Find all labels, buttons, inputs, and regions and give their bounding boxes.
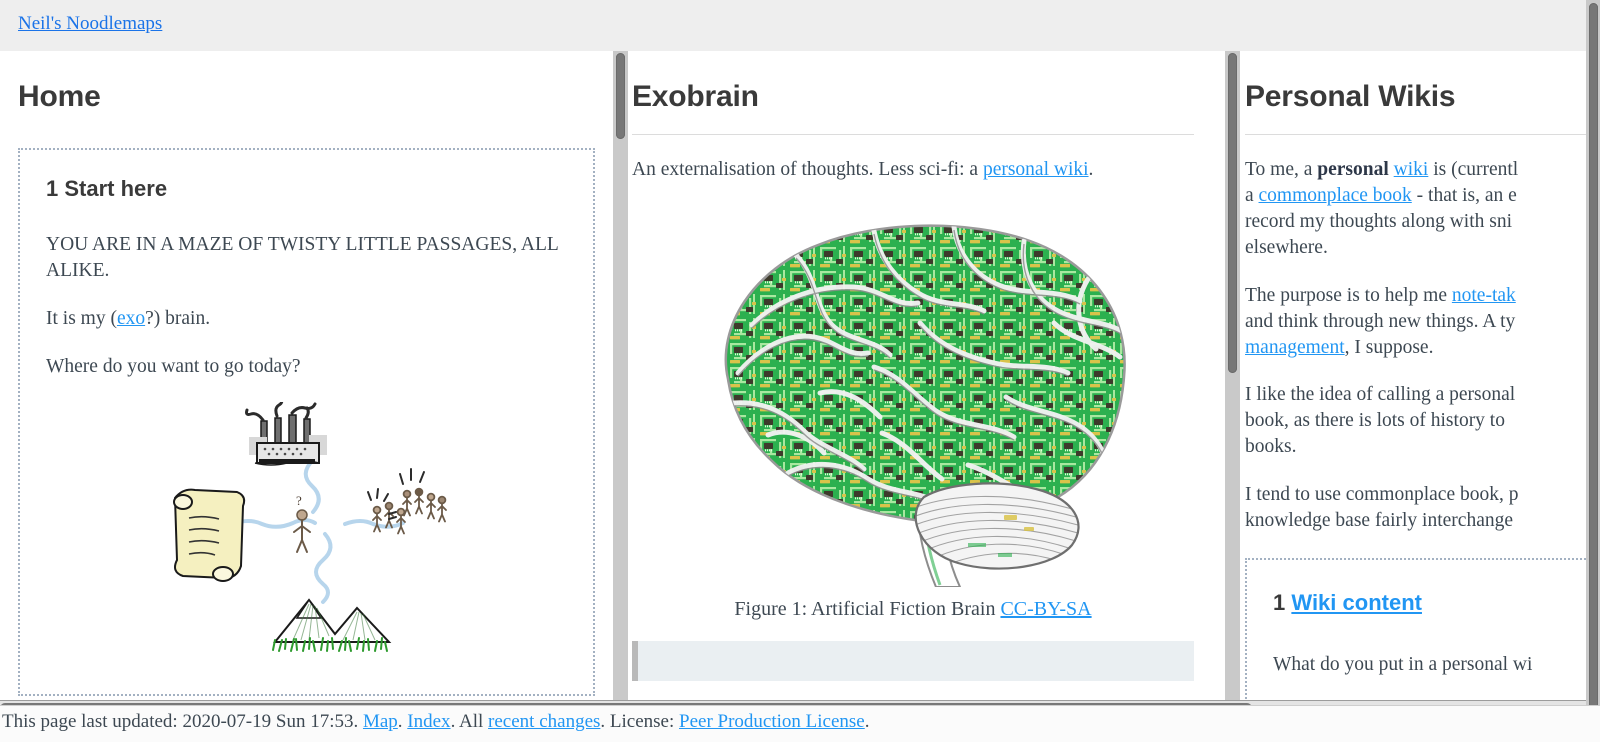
figure-caption: Figure 1: Artificial Fiction Brain CC-BY… [632, 598, 1194, 621]
pw-p1-l1a: To me, a [1245, 159, 1318, 180]
pw-p1-l2a: a [1245, 184, 1259, 206]
column-home: Home 1 Start here YOU ARE IN A MAZE OF T… [0, 51, 613, 700]
pw-p1-l3: record my thoughts along with sni [1245, 210, 1513, 232]
scrollbar-thumb[interactable] [616, 53, 625, 139]
figure-caption-text: Figure 1: Artificial Fiction Brain [734, 597, 1001, 620]
crowd-icon [366, 467, 447, 535]
footer-sep-1: . [397, 711, 408, 732]
pw-p3-l1: I like the idea of calling a personal [1245, 384, 1516, 406]
figure-brain: Figure 1: Artificial Fiction Brain CC-BY… [632, 197, 1194, 621]
mountains-icon [271, 598, 391, 652]
pw-bold-personal: personal [1317, 159, 1389, 180]
commonplace-book-link[interactable]: commonplace book [1259, 185, 1412, 206]
cc-by-sa-link[interactable]: CC-BY-SA [1000, 598, 1091, 620]
hand-drawn-signpost-sketch: ? [172, 401, 447, 652]
intro-text-before: An externalisation of thoughts. Less sci… [632, 159, 983, 180]
footer-sep-2: . All [450, 711, 489, 732]
page-title-personal-wikis: Personal Wikis [1245, 80, 1456, 113]
paragraph-maze: YOU ARE IN A MAZE OF TWISTY LITTLE PASSA… [46, 234, 559, 281]
pw-p3-l2: book, as there is lots of history to [1245, 410, 1505, 432]
paragraph-externalisation: An externalisation of thoughts. Less sci… [632, 157, 1194, 183]
circuit-board-brain [724, 224, 1126, 588]
pw-p2-l2: and think through new things. A ty [1245, 310, 1516, 332]
wiki-content-link[interactable]: Wiki content [1291, 590, 1422, 615]
pw-p1-l2b: - that is, an e [1411, 184, 1517, 206]
paragraph-purpose: The purpose is to help me note-tak and t… [1245, 283, 1586, 361]
pw-p4-l2: knowledge base fairly interchange [1245, 510, 1514, 532]
pw-p2-l1a: The purpose is to help me [1245, 284, 1452, 306]
pw-p1-l1b: is (currentl [1428, 159, 1519, 180]
vertical-scrollbar-exobrain[interactable] [1225, 51, 1240, 700]
browser-viewport: Neil's Noodlemaps Home 1 Start here YOU … [0, 0, 1600, 742]
svg-text:?: ? [296, 493, 302, 508]
quote-block [632, 640, 1194, 681]
site-title-link[interactable]: Neil's Noodlemaps [18, 13, 162, 35]
pw-p1-l4: elsewhere. [1245, 236, 1328, 258]
pw-p4-l1: I tend to use commonplace book, p [1245, 484, 1519, 506]
paragraph-tend-to-use: I tend to use commonplace book, p knowle… [1245, 482, 1586, 534]
section-heading-wiki-content: 1 Wiki content [1273, 590, 1577, 616]
scrollbar-thumb[interactable] [1589, 3, 1598, 713]
section-number-wiki: 1 [1273, 590, 1286, 616]
page-title-home: Home [18, 80, 101, 113]
pw-p2-l3b: , I suppose. [1344, 336, 1434, 358]
pw-p3-l3: books. [1245, 436, 1297, 458]
section-number: 1 [46, 176, 59, 201]
wiki-link[interactable]: wiki [1394, 159, 1429, 180]
scrollbar-thumb[interactable] [1228, 53, 1237, 373]
title-divider-3 [1245, 134, 1586, 135]
column-personal-wikis: Personal Wikis To me, a personal wiki is… [1245, 51, 1586, 700]
footer-index-link[interactable]: Index [407, 711, 450, 732]
column-exobrain: Exobrain An externalisation of thoughts.… [628, 51, 1200, 700]
paragraph-to-me: To me, a personal wiki is (currentl a co… [1245, 157, 1586, 261]
management-link[interactable]: management [1245, 337, 1345, 358]
paragraph-like-idea: I like the idea of calling a personal bo… [1245, 382, 1586, 460]
section-box-wiki-content: 1 Wiki content What do you put in a pers… [1245, 558, 1586, 700]
footer-recent-changes-link[interactable]: recent changes [488, 711, 600, 732]
vertical-scrollbar-page[interactable] [1586, 0, 1600, 742]
footer-map-link[interactable]: Map [363, 711, 398, 732]
footer-sep-0: . [353, 711, 363, 732]
footer-sep-3: . License: [600, 711, 680, 732]
exo-link[interactable]: exo [117, 308, 145, 329]
scroll-icon [172, 488, 245, 582]
intro-text-after: . [1088, 159, 1094, 180]
footer-timestamp: 2020-07-19 Sun 17:53 [182, 711, 354, 732]
paragraph-what-do-you-put: What do you put in a personal wi [1273, 654, 1533, 676]
title-divider [632, 134, 1194, 135]
site-header: Neil's Noodlemaps [0, 0, 1586, 51]
section-box-start-here: 1 Start here YOU ARE IN A MAZE OF TWISTY… [18, 148, 595, 696]
footer-suffix: . [864, 711, 870, 732]
column-container: Home 1 Start here YOU ARE IN A MAZE OF T… [0, 51, 1586, 700]
page-title-exobrain: Exobrain [632, 80, 759, 113]
paragraph-exo-brain: It is my (exo?) brain. [46, 307, 211, 329]
paragraph-where-to-go: Where do you want to go today? [46, 355, 301, 377]
footer-license-link[interactable]: Peer Production License [679, 711, 865, 732]
section-heading-start-here: 1 Start here [46, 176, 567, 202]
page-footer: This page last updated: 2020-07-19 Sun 1… [0, 705, 1600, 742]
footer-prefix: This page last updated: [2, 711, 183, 732]
section-heading-text: Start here [64, 176, 168, 201]
note-taking-link[interactable]: note-tak [1452, 285, 1516, 306]
personal-wiki-link[interactable]: personal wiki [983, 159, 1089, 180]
factory-icon [244, 401, 327, 466]
vertical-scrollbar-home[interactable] [613, 51, 628, 700]
